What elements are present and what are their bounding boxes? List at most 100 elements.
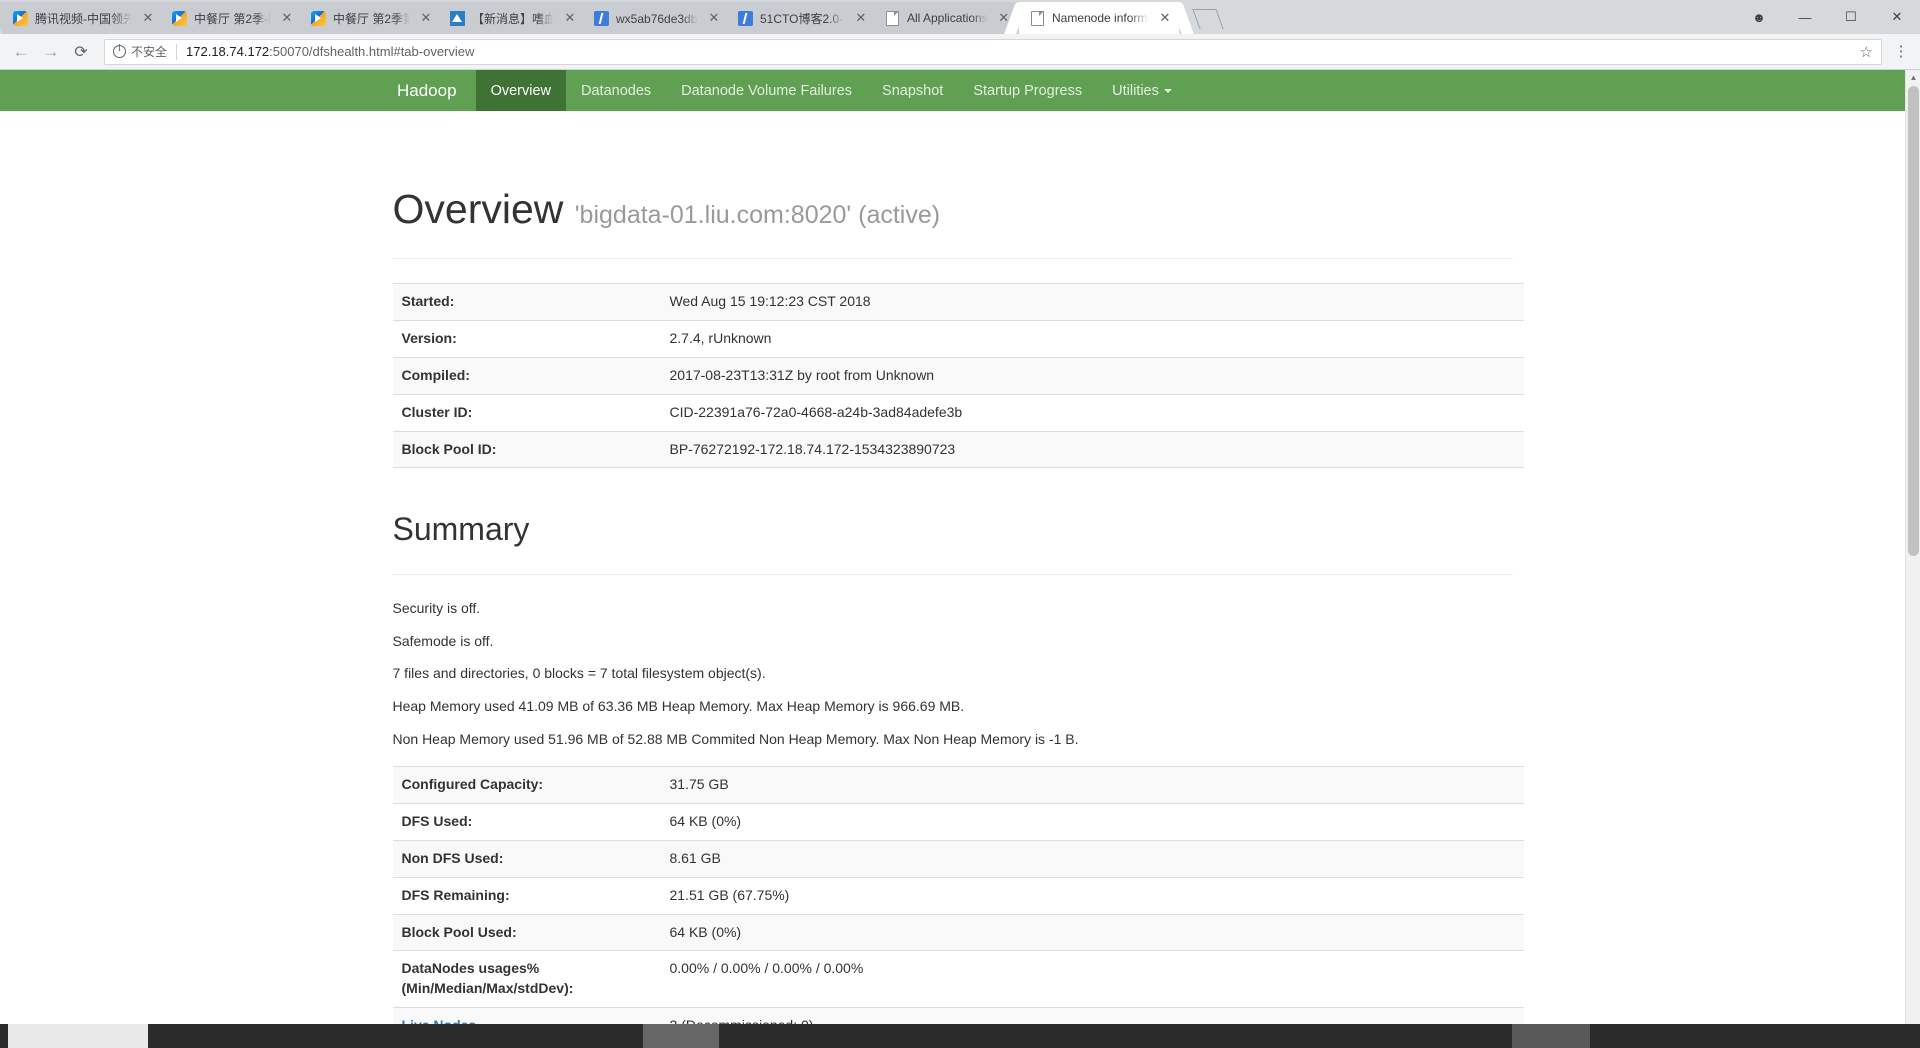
tencent-video-icon xyxy=(171,10,187,26)
nav-item-datanode-volume-failures[interactable]: Datanode Volume Failures xyxy=(666,70,867,111)
table-row: Started: Wed Aug 15 19:12:23 CST 2018 xyxy=(392,283,1524,321)
chrome-menu-icon[interactable]: ⋮ xyxy=(1888,37,1914,67)
nav-item-label: Snapshot xyxy=(882,82,944,99)
new-tab-button[interactable] xyxy=(1192,4,1226,32)
page-subtitle: 'bigdata-01.liu.com:8020' (active) xyxy=(574,201,941,229)
hadoop-page: Hadoop Overview Datanodes Datanode Volume … xyxy=(0,70,1905,1048)
table-key-cell: Version: xyxy=(392,319,661,358)
tab-strip: 腾讯视频-中国领先的在线✕中餐厅 第2季-腾讯视频✕中餐厅 第2季第5期: 皇阿… xyxy=(0,0,1920,34)
table-row: DataNodes usages% (Min/Median/Max/stdDev… xyxy=(392,950,1524,1008)
table-value-cell: 31.75 GB xyxy=(660,766,1524,804)
taskbar-search[interactable] xyxy=(8,1024,148,1048)
table-row: Compiled: 2017-08-23T13:31Z by root from … xyxy=(392,356,1524,395)
table-row: Non DFS Used: 8.61 GB xyxy=(392,839,1524,878)
browser-tab[interactable]: wx5ab76de3dbb7的博✕ xyxy=(583,2,728,34)
minimize-button[interactable]: — xyxy=(1782,0,1828,34)
taskbar-active-item[interactable] xyxy=(643,1024,719,1048)
nav-item-label: Datanodes xyxy=(581,82,652,99)
reload-icon[interactable]: ⟳ xyxy=(66,37,96,67)
summary-heading: Summary xyxy=(392,511,530,548)
table-value-cell: 21.51 GB (67.75%) xyxy=(660,876,1524,915)
scroll-up-arrow-icon[interactable]: ▲ xyxy=(1906,70,1920,85)
table-key-cell: DFS Used: xyxy=(392,802,661,841)
close-window-button[interactable]: ✕ xyxy=(1874,0,1920,34)
nav-item-label: Overview xyxy=(490,82,551,99)
nav-item-utilities[interactable]: Utilities xyxy=(1097,70,1187,111)
tab-title: wx5ab76de3dbb7的博 xyxy=(616,11,698,26)
tab-title: All Applications xyxy=(907,11,988,25)
document-icon xyxy=(884,10,900,26)
document-icon xyxy=(1029,10,1045,26)
taskbar-items-left[interactable] xyxy=(148,1024,643,1048)
table-row: Block Pool Used: 64 KB (0%) xyxy=(392,913,1524,951)
summary-line: Security is off. xyxy=(392,599,481,616)
tab-title: 中餐厅 第2季-腾讯视频 xyxy=(194,11,271,26)
table-key-cell: Cluster ID: xyxy=(392,393,661,432)
home-blue-icon xyxy=(449,10,465,26)
window-controls: ☻ — ☐ ✕ xyxy=(1736,0,1920,34)
table-value-cell: BP-76272192-172.18.74.172-1534323890723 xyxy=(660,430,1524,469)
taskbar-items-mid[interactable] xyxy=(719,1024,1512,1048)
forward-icon[interactable]: → xyxy=(36,37,66,67)
page-scrollbar[interactable]: ▲ ▼ xyxy=(1905,70,1920,1048)
page-title-text: Overview xyxy=(392,186,564,232)
account-icon[interactable]: ☻ xyxy=(1736,0,1782,34)
browser-tab[interactable]: 腾讯视频-中国领先的在线✕ xyxy=(2,2,162,34)
tab-title: 中餐厅 第2季第5期: 皇阿 xyxy=(333,11,410,26)
table-row: Configured Capacity: 31.75 GB xyxy=(392,766,1524,804)
browser-tab[interactable]: 中餐厅 第2季第5期: 皇阿✕ xyxy=(300,2,440,34)
url-path: :50070/dfshealth.html#tab-overview xyxy=(269,44,475,59)
nav-item-datanodes[interactable]: Datanodes xyxy=(566,70,666,111)
os-taskbar[interactable] xyxy=(0,1024,1920,1048)
summary-table: Configured Capacity: 31.75 GB DFS Used: 64 … xyxy=(392,766,1524,1048)
nav-item-startup-progress[interactable]: Startup Progress xyxy=(958,70,1097,111)
security-label: 不安全 xyxy=(131,45,168,59)
bookmark-star-icon[interactable]: ☆ xyxy=(1852,43,1873,61)
browser-toolbar: ← → ⟳ 不安全 172.18.74.172:50070/dfshealth.… xyxy=(0,34,1920,70)
tab-title: 51CTO博客2.0-原创IT技 xyxy=(760,11,845,26)
summary-line: Non Heap Memory used 51.96 MB of 52.88 M… xyxy=(392,731,1079,748)
taskbar-start[interactable] xyxy=(0,1024,8,1048)
hadoop-brand[interactable]: Hadoop xyxy=(378,70,476,111)
table-value-cell: 64 KB (0%) xyxy=(660,802,1524,841)
table-key-cell: Non DFS Used: xyxy=(392,839,661,878)
table-value-cell: 2017-08-23T13:31Z by root from Unknown xyxy=(660,356,1524,395)
table-value-cell: 64 KB (0%) xyxy=(660,913,1524,951)
tab-title: 腾讯视频-中国领先的在线 xyxy=(35,11,132,26)
browser-tab[interactable]: 中餐厅 第2季-腾讯视频✕ xyxy=(161,2,301,34)
tab-close-icon[interactable]: ✕ xyxy=(1157,10,1173,26)
table-value-cell: 8.61 GB xyxy=(660,839,1524,878)
browser-tab[interactable]: All Applications ✕ xyxy=(874,2,1020,34)
table-row: Cluster ID: CID-22391a76-72a0-4668-a24b-3… xyxy=(392,393,1524,432)
blog-blue-icon xyxy=(737,10,753,26)
table-row: DFS Used: 64 KB (0%) xyxy=(392,802,1524,841)
nav-item-label: Datanode Volume Failures xyxy=(681,82,853,99)
tab-title: Namenode information xyxy=(1052,11,1149,25)
browser-tab[interactable]: Namenode information ✕ xyxy=(1019,2,1179,34)
page-viewport: Hadoop Overview Datanodes Datanode Volume … xyxy=(0,70,1920,1048)
nav-item-snapshot[interactable]: Snapshot xyxy=(867,70,958,111)
table-value-cell: 0.00% / 0.00% / 0.00% / 0.00% xyxy=(660,950,1524,1008)
back-icon[interactable]: ← xyxy=(6,37,36,67)
browser-tab[interactable]: 【新消息】嗜血已成魔的✕ xyxy=(439,2,584,34)
chevron-down-icon xyxy=(1163,88,1172,93)
nav-item-label: Utilities xyxy=(1112,82,1159,99)
security-status[interactable]: 不安全 xyxy=(113,43,167,60)
table-value-cell: CID-22391a76-72a0-4668-a24b-3ad84adefe3b xyxy=(660,393,1524,432)
table-value-cell: 2.7.4, rUnknown xyxy=(660,319,1524,358)
taskbar-tray[interactable] xyxy=(1590,1024,1920,1048)
summary-divider xyxy=(392,573,1513,575)
browser-tab[interactable]: 51CTO博客2.0-原创IT技✕ xyxy=(727,2,875,34)
scrollbar-thumb[interactable] xyxy=(1908,86,1919,556)
table-row: DFS Remaining: 21.51 GB (67.75%) xyxy=(392,876,1524,915)
maximize-button[interactable]: ☐ xyxy=(1828,0,1874,34)
table-key-cell: DFS Remaining: xyxy=(392,876,661,915)
title-divider xyxy=(392,258,1513,260)
tencent-video-icon xyxy=(310,10,326,26)
address-bar[interactable]: 不安全 172.18.74.172:50070/dfshealth.html#t… xyxy=(104,38,1882,65)
omnibox-divider xyxy=(176,43,178,60)
hadoop-navbar: Hadoop Overview Datanodes Datanode Volume … xyxy=(0,70,1905,111)
nav-item-label: Startup Progress xyxy=(973,82,1083,99)
taskbar-items-right[interactable] xyxy=(1512,1024,1590,1048)
nav-item-overview[interactable]: Overview xyxy=(475,70,566,111)
